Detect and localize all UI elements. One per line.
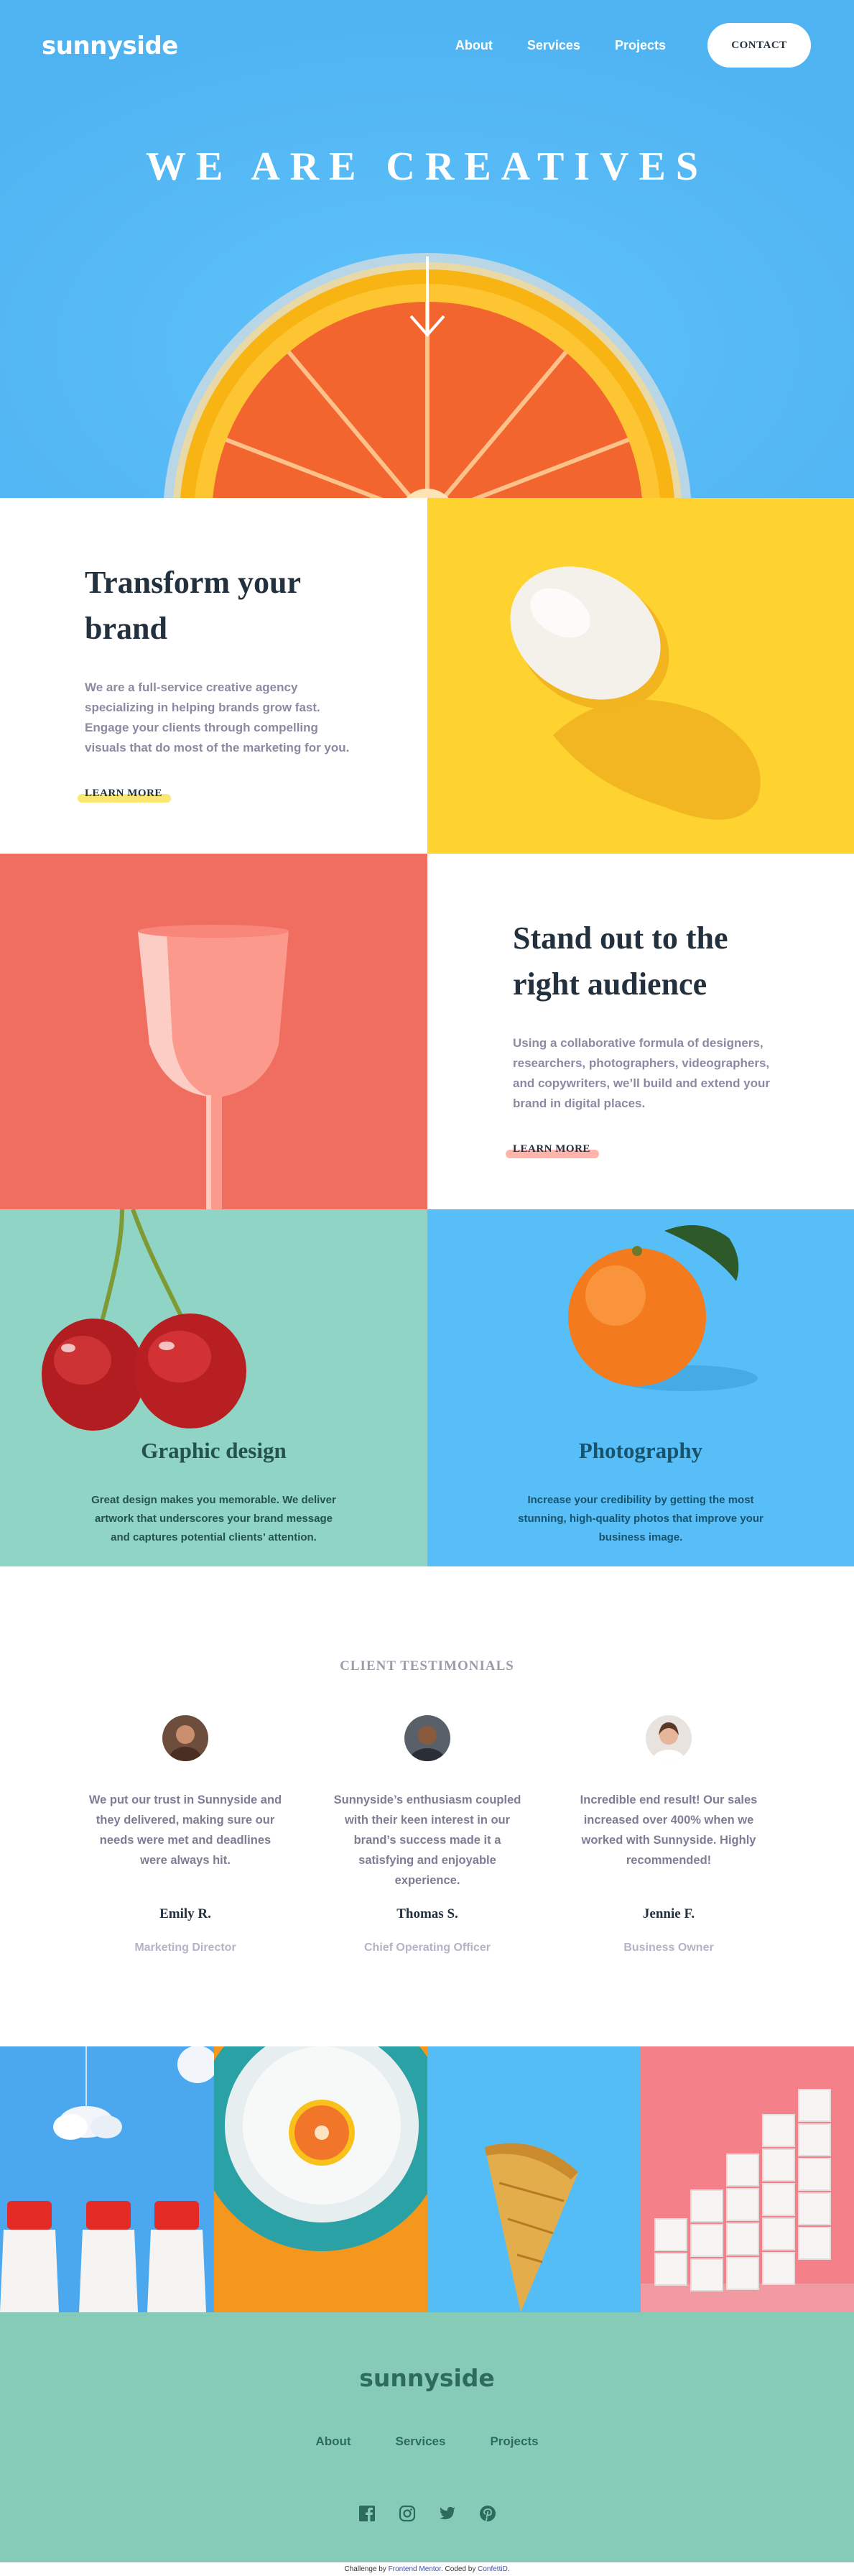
- avatar: [646, 1715, 692, 1761]
- facebook-icon[interactable]: [358, 2505, 376, 2522]
- header-logo[interactable]: sunnyside: [42, 32, 178, 60]
- testimonial-quote: We put our trust in Sunnyside and they d…: [88, 1793, 282, 1867]
- gallery-sugar-cubes: [641, 2046, 854, 2312]
- testimonial-name: Thomas S.: [396, 1906, 458, 1921]
- testimonial-role: Marketing Director: [134, 1942, 236, 1954]
- footer-logo[interactable]: sunnyside: [0, 2364, 854, 2392]
- social-links: [0, 2505, 854, 2522]
- gallery-cone: [427, 2046, 641, 2312]
- service-graphic-title: Graphic design: [141, 1438, 287, 1463]
- testimonial-thomas: Sunnyside’s enthusiasm coupled with thei…: [320, 1715, 535, 1891]
- testimonial-role: Business Owner: [623, 1942, 714, 1954]
- feature-row-transform: Transform your brand We are a full-servic…: [0, 498, 854, 854]
- avatar: [162, 1715, 208, 1761]
- feature-standout-body: Using a collaborative formula of designe…: [513, 1036, 771, 1110]
- egg-image: [427, 498, 854, 854]
- attribution: Challenge by Frontend Mentor. Coded by C…: [0, 2562, 854, 2576]
- footer-nav-about[interactable]: About: [315, 2434, 351, 2449]
- feature-transform-body: We are a full-service creative agency sp…: [85, 680, 350, 754]
- footer: sunnyside About Services Projects: [0, 2312, 854, 2562]
- nav-services[interactable]: Services: [527, 38, 580, 53]
- footer-nav-projects[interactable]: Projects: [490, 2434, 538, 2449]
- pinterest-icon[interactable]: [479, 2505, 496, 2522]
- hero-title: WE ARE CREATIVES: [145, 144, 709, 189]
- contact-button[interactable]: CONTACT: [707, 23, 811, 68]
- gallery-orange-plate: [214, 2046, 427, 2312]
- feature-row-standout: Stand out to the right audience Using a c…: [0, 854, 854, 1209]
- feature-standout-text: Stand out to the right audience Using a c…: [427, 854, 854, 1209]
- testimonial-emily: We put our trust in Sunnyside and they d…: [78, 1715, 293, 1870]
- feature-transform-text: Transform your brand We are a full-servic…: [0, 498, 427, 854]
- service-graphic-body: Great design makes you memorable. We del…: [91, 1494, 336, 1543]
- glass-image: [0, 854, 427, 1209]
- service-photography: Photography Increase your credibility by…: [427, 1209, 854, 1566]
- testimonial-name: Emily R.: [159, 1906, 211, 1921]
- footer-nav-services[interactable]: Services: [396, 2434, 446, 2449]
- hero-orange-image: [0, 0, 854, 498]
- testimonial-quote: Sunnyside’s enthusiasm coupled with thei…: [333, 1793, 521, 1887]
- hero-section: sunnyside About Services Projects CONTAC…: [0, 0, 854, 498]
- testimonials-section: CLIENT TESTIMONIALS We put our trust in …: [0, 1566, 854, 2046]
- gallery-milk-bottles: [0, 2046, 214, 2312]
- main-nav: About Services Projects CONTACT: [455, 23, 811, 68]
- footer-nav: About Services Projects: [0, 2434, 854, 2449]
- service-photography-title: Photography: [578, 1438, 703, 1463]
- learn-more-link-standout[interactable]: LEARN MORE: [506, 1142, 599, 1158]
- attribution-author-link[interactable]: ConfettiD: [478, 2565, 508, 2573]
- testimonial-name: Jennie F.: [642, 1906, 695, 1921]
- avatar: [404, 1715, 450, 1761]
- learn-more-link-transform[interactable]: LEARN MORE: [78, 787, 171, 803]
- attribution-fm-link[interactable]: Frontend Mentor: [389, 2565, 441, 2573]
- instagram-icon[interactable]: [399, 2505, 416, 2522]
- testimonials-title: CLIENT TESTIMONIALS: [340, 1658, 514, 1674]
- feature-transform-title: Transform your brand: [85, 565, 302, 646]
- twitter-icon[interactable]: [439, 2505, 456, 2522]
- gallery: [0, 2046, 854, 2312]
- testimonial-jennie: Incredible end result! Our sales increas…: [561, 1715, 776, 1870]
- nav-projects[interactable]: Projects: [615, 38, 666, 53]
- feature-standout-title: Stand out to the right audience: [513, 920, 728, 1002]
- testimonial-role: Chief Operating Officer: [363, 1942, 491, 1954]
- services-row: Graphic design Great design makes you me…: [0, 1209, 854, 1566]
- service-graphic-design: Graphic design Great design makes you me…: [0, 1209, 427, 1566]
- page: sunnyside About Services Projects CONTAC…: [0, 0, 854, 2576]
- service-photography-body: Increase your credibility by getting the…: [518, 1494, 764, 1543]
- testimonial-quote: Incredible end result! Our sales increas…: [580, 1793, 758, 1867]
- nav-about[interactable]: About: [455, 38, 493, 53]
